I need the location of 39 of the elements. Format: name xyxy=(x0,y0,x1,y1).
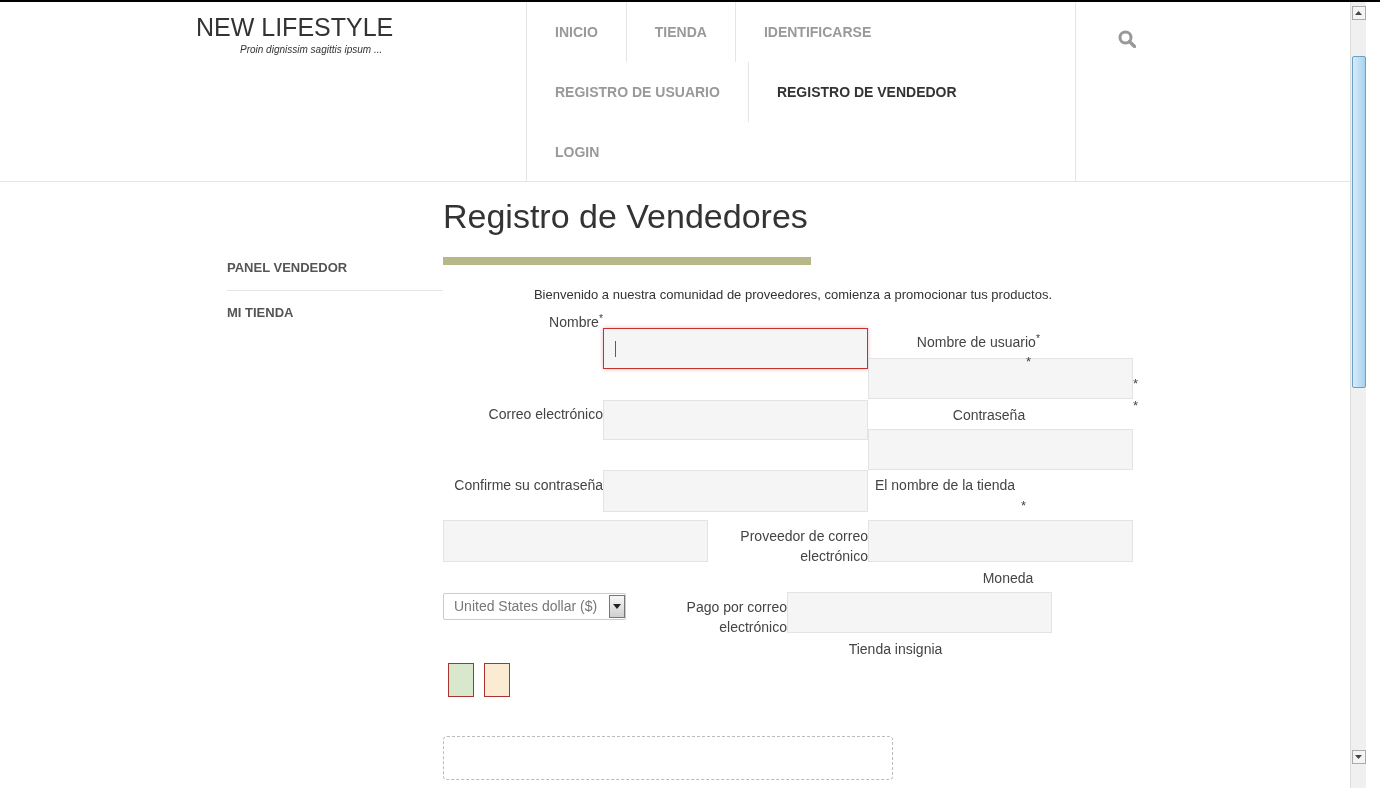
field-label: El nombre de la tienda xyxy=(875,476,1017,496)
nav-link[interactable]: IDENTIFICARSE xyxy=(734,2,900,62)
field-label: Tienda insignia xyxy=(847,640,944,660)
nav-link[interactable]: INICIO xyxy=(526,2,626,62)
currency-select[interactable]: United States dollar ($) xyxy=(443,593,626,621)
required-mark: * xyxy=(1026,355,1033,370)
input-field[interactable] xyxy=(603,328,868,370)
nav-link[interactable]: TIENDA xyxy=(625,2,735,62)
page-title: Registro de Vendedores xyxy=(443,196,809,237)
intro-text: Bienvenido a nuestra comunidad de proveedores, comienza a promocionar tus productos. xyxy=(532,285,1054,304)
scroll-up-button[interactable] xyxy=(1351,6,1366,20)
field-label: Proveedor de correo electrónico xyxy=(739,527,868,567)
color-swatch[interactable] xyxy=(448,663,474,698)
upload-area[interactable] xyxy=(443,736,893,781)
field-label: Pago por correo electrónico xyxy=(685,598,787,638)
required-mark: * xyxy=(1133,399,1140,414)
sidebar-link[interactable]: MI TIENDA xyxy=(227,290,443,334)
field-label: Moneda xyxy=(981,569,1035,589)
field-label: Nombre$^{*}$ xyxy=(548,312,603,333)
caret-icon xyxy=(613,604,621,610)
field-label: Confirme su contraseña xyxy=(453,476,603,496)
sidebar-link[interactable]: PANEL VENDEDOR xyxy=(227,246,443,291)
nav-link[interactable]: REGISTRO DE USUARIO xyxy=(526,62,748,122)
field-label: Correo electrónico xyxy=(487,405,603,425)
required-mark: * xyxy=(1021,499,1028,514)
site-tagline: Proin dignissim sagittis ipsum ... xyxy=(240,42,384,57)
search-icon[interactable] xyxy=(1118,29,1136,48)
site-title[interactable]: NEW LIFESTYLE xyxy=(196,14,526,42)
nav-link[interactable]: REGISTRO DE VENDEDOR xyxy=(747,62,985,122)
down-arrow-icon xyxy=(1355,755,1362,759)
required-mark: * xyxy=(1133,377,1140,392)
color-swatch[interactable] xyxy=(484,663,510,698)
up-arrow-icon xyxy=(1355,11,1362,15)
scrollbar-thumb[interactable] xyxy=(1351,56,1366,388)
field-label: Nombre de usuario$^{*}$ xyxy=(915,332,1040,353)
scroll-down-button[interactable] xyxy=(1351,750,1366,764)
nav-link[interactable]: LOGIN xyxy=(526,122,628,182)
scrollbar[interactable] xyxy=(1350,2,1366,788)
field-label: Contraseña xyxy=(951,406,1027,426)
